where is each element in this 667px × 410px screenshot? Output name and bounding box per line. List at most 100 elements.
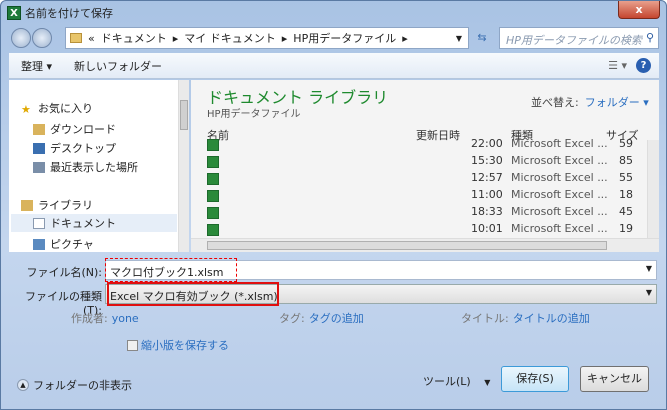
breadcrumb-documents[interactable]: ドキュメント bbox=[101, 30, 167, 46]
scroll-thumb[interactable] bbox=[207, 241, 607, 250]
close-button[interactable]: x bbox=[618, 1, 660, 19]
breadcrumb-my-documents[interactable]: マイ ドキュメント bbox=[184, 30, 276, 46]
save-button[interactable]: 保存(S) bbox=[501, 366, 569, 392]
file-modified: 15:30 bbox=[471, 154, 503, 167]
file-modified: 22:00 bbox=[471, 137, 503, 150]
file-row[interactable]: 18:33 Microsoft Excel ... 45 bbox=[207, 205, 633, 222]
file-list-hscrollbar[interactable] bbox=[191, 238, 659, 252]
file-size: 19 bbox=[619, 222, 633, 235]
folder-icon bbox=[70, 33, 82, 43]
nav-label: ピクチャ bbox=[50, 238, 94, 251]
tools-button[interactable]: ツール(L) ▼ bbox=[423, 373, 490, 389]
toolbar: 整理 ▾ 新しいフォルダー ☰ ▾ ? bbox=[9, 53, 659, 79]
title-label: タイトル: bbox=[461, 312, 509, 325]
view-options-icon[interactable]: ☰ ▾ bbox=[608, 59, 627, 72]
file-type: Microsoft Excel ... bbox=[511, 222, 608, 235]
search-placeholder: HP用データファイルの検索 bbox=[506, 34, 642, 47]
checkbox[interactable] bbox=[127, 339, 138, 351]
hide-folders-button[interactable]: ▲ フォルダーの非表示 bbox=[17, 377, 132, 393]
chevron-right-icon: ▸ bbox=[172, 31, 179, 45]
nav-favorites[interactable]: ★ お気に入り bbox=[21, 100, 93, 116]
refresh-icon[interactable]: ⇆ bbox=[471, 27, 493, 49]
nav-pictures[interactable]: ピクチャ bbox=[33, 236, 94, 252]
address-bar[interactable]: « ドキュメント ▸ マイ ドキュメント ▸ HP用データファイル ▸ ▼ bbox=[65, 27, 469, 49]
new-folder-button[interactable]: 新しいフォルダー bbox=[74, 58, 162, 74]
file-size: 18 bbox=[619, 188, 633, 201]
excel-file-icon bbox=[207, 139, 219, 151]
pictures-icon bbox=[33, 238, 45, 250]
file-type: Microsoft Excel ... bbox=[511, 154, 608, 167]
star-icon: ★ bbox=[21, 102, 31, 116]
library-subtitle: HP用データファイル bbox=[207, 109, 301, 120]
tools-label: ツール(L) bbox=[423, 375, 471, 388]
tags-label: タグ: bbox=[279, 312, 305, 325]
nav-desktop[interactable]: デスクトップ bbox=[33, 140, 116, 156]
scroll-thumb[interactable] bbox=[180, 100, 188, 130]
chevron-right-icon: ▸ bbox=[281, 31, 288, 45]
breadcrumb-hp-data[interactable]: HP用データファイル bbox=[293, 30, 396, 46]
organize-button[interactable]: 整理 ▾ bbox=[21, 58, 52, 74]
excel-file-icon bbox=[207, 156, 219, 168]
thumbnail-checkbox[interactable]: 縮小版を保存する bbox=[127, 337, 229, 353]
nav-scrollbar[interactable] bbox=[178, 80, 189, 252]
window-title: 名前を付けて保存 bbox=[25, 7, 113, 20]
file-list-vscrollbar[interactable] bbox=[647, 140, 659, 238]
file-size: 59 bbox=[619, 137, 633, 150]
sort-dropdown[interactable]: フォルダー ▾ bbox=[585, 96, 649, 109]
file-list-pane: ドキュメント ライブラリ HP用データファイル 並べ替え: フォルダー ▾ 名前 … bbox=[191, 80, 659, 252]
sort-label: 並べ替え: bbox=[531, 96, 579, 109]
nav-downloads[interactable]: ダウンロード bbox=[33, 121, 116, 137]
file-row[interactable]: 22:00 Microsoft Excel ... 59 bbox=[207, 137, 633, 154]
sort-control[interactable]: 並べ替え: フォルダー ▾ bbox=[531, 94, 649, 110]
filename-label: ファイル名(N): bbox=[26, 266, 102, 279]
nav-documents[interactable]: ドキュメント bbox=[11, 214, 177, 232]
file-row[interactable]: 11:00 Microsoft Excel ... 18 bbox=[207, 188, 633, 205]
author-label: 作成者: bbox=[71, 312, 108, 325]
chevron-down-icon[interactable]: ▼ bbox=[646, 264, 652, 273]
file-row[interactable]: 15:30 Microsoft Excel ... 85 bbox=[207, 154, 633, 171]
file-type: Microsoft Excel ... bbox=[511, 171, 608, 184]
title-value[interactable]: タイトルの追加 bbox=[513, 312, 590, 325]
file-size: 85 bbox=[619, 154, 633, 167]
title-bar: X 名前を付けて保存 bbox=[7, 4, 113, 22]
chevron-down-icon: ▼ bbox=[484, 378, 491, 387]
cancel-button[interactable]: キャンセル bbox=[580, 366, 649, 392]
tags-field[interactable]: タグ: タグの追加 bbox=[279, 310, 364, 326]
desktop-icon bbox=[33, 142, 45, 154]
address-dropdown-icon[interactable]: ▼ bbox=[456, 34, 462, 43]
library-icon bbox=[21, 199, 33, 211]
excel-file-icon bbox=[207, 224, 219, 236]
author-field[interactable]: 作成者: yone bbox=[71, 310, 139, 326]
search-input[interactable]: HP用データファイルの検索 ⚲ bbox=[499, 27, 659, 49]
author-value[interactable]: yone bbox=[112, 312, 139, 325]
file-type: Microsoft Excel ... bbox=[511, 188, 608, 201]
excel-icon: X bbox=[7, 6, 21, 20]
file-row[interactable]: 12:57 Microsoft Excel ... 55 bbox=[207, 171, 633, 188]
title-field[interactable]: タイトル: タイトルの追加 bbox=[461, 310, 590, 326]
file-type: Microsoft Excel ... bbox=[511, 205, 608, 218]
excel-file-icon bbox=[207, 190, 219, 202]
tags-value[interactable]: タグの追加 bbox=[309, 312, 364, 325]
nav-recent[interactable]: 最近表示した場所 bbox=[33, 159, 138, 175]
chevron-up-icon: ▲ bbox=[17, 379, 29, 391]
navigation-pane: ★ お気に入り ダウンロード デスクトップ 最近表示した場所 ライブラリ ドキュメ… bbox=[9, 80, 189, 252]
filename-highlight bbox=[105, 258, 237, 282]
file-size: 45 bbox=[619, 205, 633, 218]
back-button[interactable] bbox=[11, 28, 31, 48]
nav-label: お気に入り bbox=[38, 102, 93, 115]
nav-libraries[interactable]: ライブラリ bbox=[21, 197, 93, 213]
search-icon: ⚲ bbox=[645, 31, 654, 44]
save-as-dialog: X 名前を付けて保存 x « ドキュメント ▸ マイ ドキュメント ▸ HP用データ… bbox=[0, 0, 667, 410]
excel-file-icon bbox=[207, 173, 219, 185]
nav-label: ライブラリ bbox=[38, 199, 93, 212]
thumbnail-label: 縮小版を保存する bbox=[141, 339, 229, 352]
file-modified: 12:57 bbox=[471, 171, 503, 184]
downloads-icon bbox=[33, 123, 45, 135]
forward-button[interactable] bbox=[32, 28, 52, 48]
chevron-down-icon[interactable]: ▼ bbox=[646, 288, 652, 297]
help-icon[interactable]: ? bbox=[636, 58, 651, 73]
file-row[interactable]: 10:01 Microsoft Excel ... 19 bbox=[207, 222, 633, 239]
overflow-chevron: « bbox=[88, 31, 95, 45]
chevron-right-icon: ▸ bbox=[402, 31, 408, 45]
file-type: Microsoft Excel ... bbox=[511, 137, 608, 150]
